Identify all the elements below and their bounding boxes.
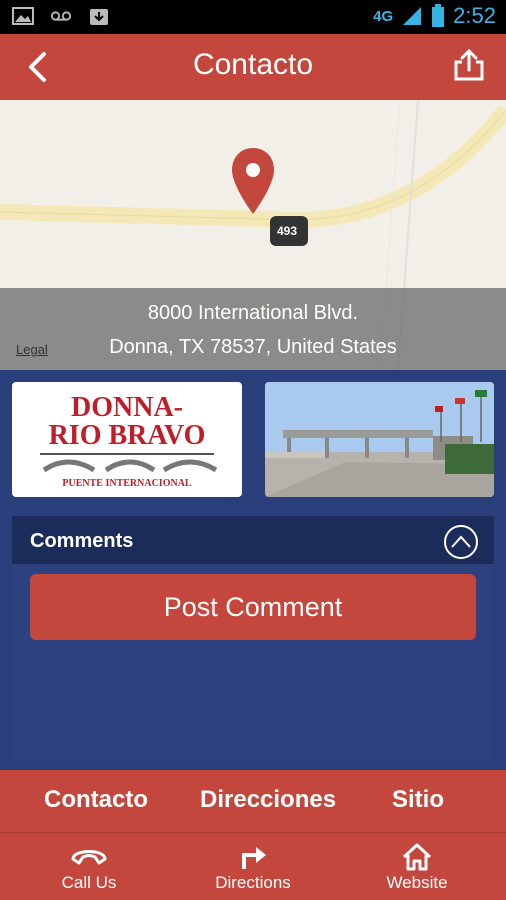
section-tabs: Contacto Direcciones Sitio	[0, 770, 506, 832]
tab-contacto[interactable]: Contacto	[44, 786, 148, 814]
call-us-button[interactable]: Call Us	[24, 839, 154, 893]
bottom-nav: Call Us Directions Website	[0, 832, 506, 900]
logo-line2: RIO BRAVO	[48, 420, 206, 451]
page-title: Contacto	[192, 48, 314, 81]
photo-strip: DONNA- RIO BRAVO PUENTE INTERNACIONAL	[0, 370, 506, 510]
logo-line3: PUENTE INTERNACIONAL	[62, 478, 192, 489]
home-icon	[402, 843, 432, 871]
turn-right-arrow-icon	[242, 847, 266, 869]
website-label: Website	[386, 873, 448, 892]
bridge-photo-thumbnail[interactable]	[265, 382, 494, 497]
share-icon[interactable]	[452, 48, 486, 82]
voicemail-icon	[50, 11, 72, 21]
bridge-photo-image	[265, 382, 494, 497]
signal-icon	[403, 7, 422, 25]
tab-direcciones[interactable]: Direcciones	[200, 786, 336, 814]
network-4g-icon: 4G	[373, 7, 394, 25]
directions-label: Directions	[215, 873, 291, 892]
directions-button[interactable]: Directions	[188, 839, 318, 893]
location-pin-icon[interactable]	[230, 146, 276, 216]
post-comment-button[interactable]: Post Comment	[30, 574, 476, 640]
phone-icon	[71, 850, 107, 865]
address-overlay: 8000 International Blvd. Donna, TX 78537…	[0, 288, 506, 370]
image-icon	[12, 7, 34, 25]
bridge-arches-icon	[40, 453, 218, 473]
legal-link[interactable]: Legal	[16, 342, 48, 357]
address-line2: Donna, TX 78537, United States	[109, 336, 397, 358]
route-number: 493	[277, 224, 298, 238]
chevron-up-circle-icon[interactable]	[444, 525, 478, 559]
website-button[interactable]: Website	[352, 839, 482, 893]
battery-icon	[432, 4, 445, 27]
app-bar: Contacto	[0, 34, 506, 100]
logo-thumbnail[interactable]: DONNA- RIO BRAVO PUENTE INTERNACIONAL	[12, 382, 242, 497]
route-badge: 493	[270, 216, 308, 246]
address-line1: 8000 International Blvd.	[147, 302, 359, 324]
download-icon	[90, 9, 108, 25]
call-us-label: Call Us	[61, 873, 117, 892]
comments-label: Comments	[30, 530, 134, 552]
status-bar: 4G 2:52	[0, 0, 506, 34]
clock: 2:52	[453, 3, 496, 28]
comments-header[interactable]: Comments	[12, 516, 494, 564]
tab-sitio[interactable]: Sitio	[392, 786, 444, 814]
map-view[interactable]: 493 8000 International Blvd. Donna, TX 7…	[0, 100, 506, 370]
